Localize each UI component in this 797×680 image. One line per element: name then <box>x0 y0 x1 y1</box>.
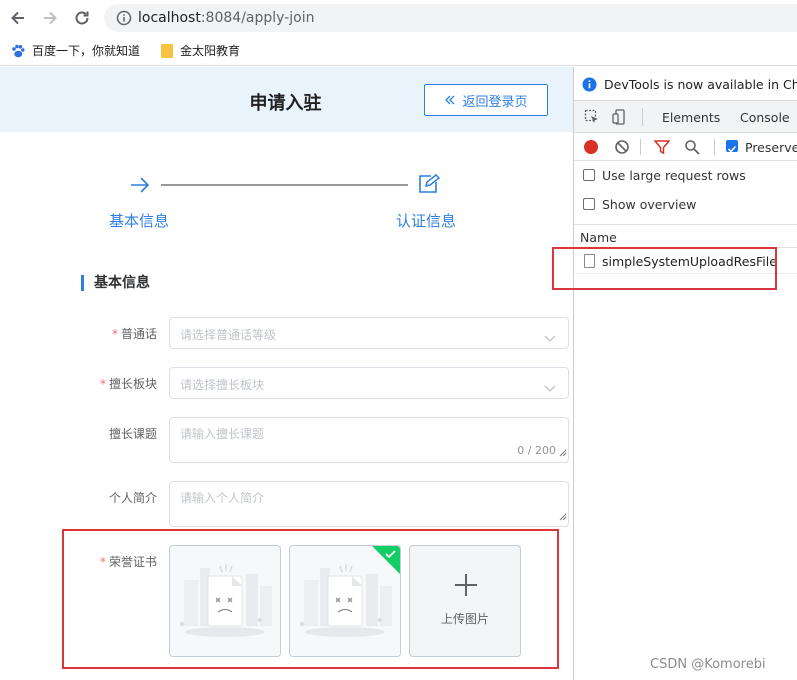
baidu-paw-icon <box>12 44 25 57</box>
clear-icon[interactable] <box>614 139 630 159</box>
check-icon <box>727 145 737 153</box>
address-bar[interactable]: localhost:8084/apply-join <box>104 4 797 32</box>
putonghua-label: * 普通话 <box>111 327 157 341</box>
reload-icon[interactable] <box>70 6 94 30</box>
resize-grip-icon[interactable] <box>559 442 567 461</box>
network-toolbar: Preserve log <box>574 133 797 161</box>
chevron-down-icon <box>544 378 556 397</box>
putonghua-select[interactable]: 请选择普通话等级 <box>169 317 569 349</box>
show-overview-checkbox[interactable] <box>583 198 595 210</box>
filter-icon[interactable] <box>653 139 671 159</box>
url-text: localhost:8084/apply-join <box>138 10 314 26</box>
highlight-box-request <box>552 247 777 290</box>
inspect-element-icon[interactable] <box>584 109 600 129</box>
board-placeholder: 请选择擅长板块 <box>180 378 265 392</box>
topic-placeholder: 请输入擅长课题 <box>180 427 265 441</box>
back-to-login-button[interactable]: 返回登录页 <box>424 84 548 116</box>
chevron-down-icon <box>544 328 556 347</box>
watermark: CSDN @Komorebi <box>650 657 766 672</box>
board-select[interactable]: 请选择擅长板块 <box>169 367 569 399</box>
bookmark-page-icon <box>161 43 173 58</box>
resize-grip-icon[interactable] <box>559 506 567 525</box>
intro-label: 个人简介 <box>108 491 157 505</box>
tab-elements[interactable]: Elements <box>662 110 720 125</box>
steps: 基本信息 认证信息 <box>0 167 573 237</box>
url-path: :8084/apply-join <box>200 10 315 26</box>
forward-arrow-icon[interactable] <box>38 6 62 30</box>
step-certification-info: 认证信息 <box>396 212 457 230</box>
bookmark-baidu[interactable]: 百度一下，你就知道 <box>10 42 140 59</box>
tab-divider <box>642 108 643 126</box>
intro-textarea[interactable]: 请输入个人简介 <box>169 481 569 527</box>
devtools-tab-bar: Elements Console <box>574 101 797 133</box>
step-basic-info: 基本信息 <box>109 212 170 230</box>
preserve-log-checkbox[interactable] <box>726 140 738 153</box>
tab-console[interactable]: Console <box>740 110 790 125</box>
browser-toolbar: localhost:8084/apply-join <box>0 0 797 36</box>
topic-char-count: 0 / 200 <box>517 444 556 457</box>
topic-label: 擅长课题 <box>108 427 157 441</box>
info-icon[interactable] <box>116 10 132 30</box>
edit-icon <box>418 174 441 198</box>
intro-placeholder: 请输入个人简介 <box>180 491 265 505</box>
bookmark-label: 金太阳教育 <box>180 44 241 58</box>
record-icon[interactable] <box>583 139 599 159</box>
board-label: * 擅长板块 <box>99 377 157 391</box>
banner-text: DevTools is now available in Chinese <box>604 77 797 92</box>
preserve-log-label: Preserve log <box>745 140 797 155</box>
column-header-name[interactable]: Name <box>574 224 797 248</box>
section-title: 基本信息 <box>81 275 150 291</box>
devtools-language-banner: DevTools is now available in Chinese <box>574 67 797 101</box>
device-toolbar-icon[interactable] <box>612 109 628 129</box>
step-connector <box>161 184 408 186</box>
arrow-right-icon <box>130 176 150 198</box>
option-large-rows[interactable]: Use large request rows <box>574 162 797 190</box>
putonghua-placeholder: 请选择普通话等级 <box>180 328 277 342</box>
bookmark-jintaiyang[interactable]: 金太阳教育 <box>160 42 240 59</box>
highlight-box-upload <box>62 529 559 669</box>
topic-textarea[interactable]: 请输入擅长课题 0 / 200 <box>169 417 569 463</box>
page-header: 申请入驻 返回登录页 <box>0 67 573 132</box>
column-label: Name <box>580 230 617 245</box>
bookmarks-bar: 百度一下，你就知道 金太阳教育 <box>0 36 797 66</box>
devtools-panel: DevTools is now available in Chinese Ele… <box>573 67 797 680</box>
back-arrow-icon[interactable] <box>6 6 30 30</box>
info-filled-icon <box>582 77 597 96</box>
toolbar-divider <box>640 139 641 155</box>
url-host: localhost <box>138 10 201 26</box>
option-label: Show overview <box>602 197 697 212</box>
apply-join-page: 申请入驻 返回登录页 基本信息 认证信息 基本信息 * 普通话 请选择普通话等级 … <box>0 67 573 680</box>
search-icon[interactable] <box>684 139 700 159</box>
option-label: Use large request rows <box>602 168 746 183</box>
toolbar-divider <box>714 139 715 155</box>
large-rows-checkbox[interactable] <box>583 169 595 181</box>
back-button-label: 返回登录页 <box>462 94 528 110</box>
option-show-overview[interactable]: Show overview <box>574 191 797 219</box>
double-chevron-left-icon <box>445 95 455 105</box>
bookmark-label: 百度一下，你就知道 <box>32 44 141 58</box>
